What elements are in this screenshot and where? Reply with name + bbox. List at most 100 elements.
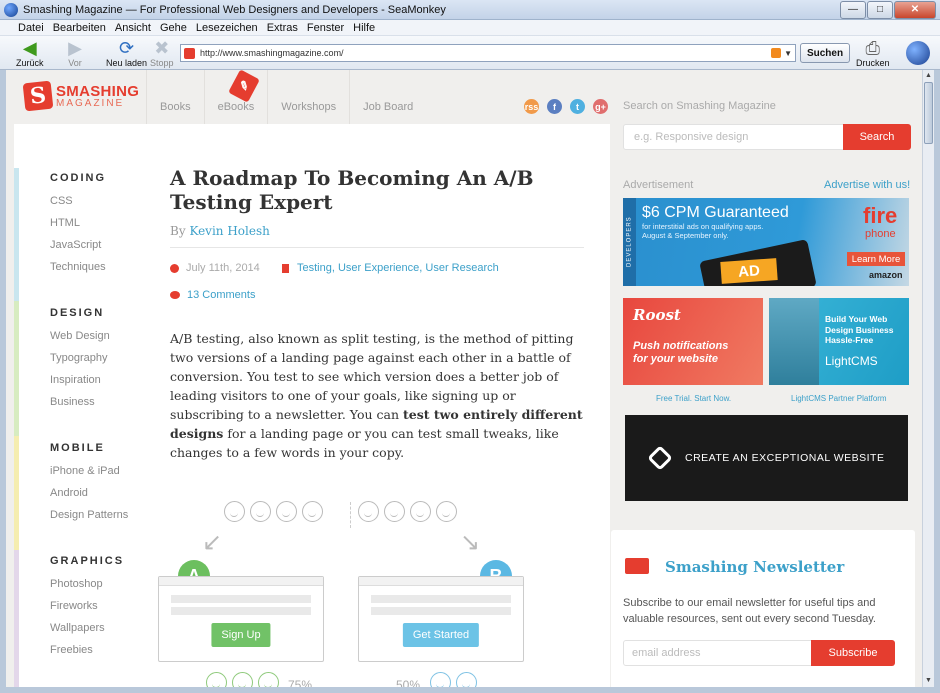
design-strip — [14, 301, 19, 436]
reload-button[interactable]: ⟳ Neu laden — [106, 38, 147, 68]
mock-text-line — [171, 595, 311, 603]
date-text: July 11th, 2014 — [186, 262, 260, 274]
sidebar-search-input[interactable]: e.g. Responsive design — [623, 124, 844, 150]
forward-button[interactable]: ▶ Vor — [64, 38, 86, 68]
subscribe-button[interactable]: Subscribe — [811, 640, 895, 666]
faces-a — [224, 501, 328, 522]
category-link[interactable]: Web Design — [50, 330, 110, 342]
smiley-icon — [232, 672, 253, 687]
back-button[interactable]: ◀ Zurück — [16, 38, 44, 68]
lightcms-caption[interactable]: LightCMS Partner Platform — [791, 394, 887, 403]
scroll-up-icon[interactable]: ▲ — [923, 70, 934, 81]
category-link[interactable]: Freebies — [50, 644, 93, 656]
bookmark-icon — [282, 263, 289, 273]
menu-bearbeiten[interactable]: Bearbeiten — [53, 22, 106, 34]
smiley-icon — [224, 501, 245, 522]
category-link[interactable]: Techniques — [50, 261, 106, 273]
roost-caption[interactable]: Free Trial. Start Now. — [656, 394, 731, 403]
advertise-link[interactable]: Advertise with us! — [824, 179, 910, 191]
url-text[interactable]: http://www.smashingmagazine.com/ — [200, 48, 771, 58]
menu-datei[interactable]: Datei — [18, 22, 44, 34]
phone-logo: phone — [865, 228, 896, 240]
nav-job-board[interactable]: Job Board — [349, 70, 426, 124]
close-button[interactable]: ✕ — [894, 0, 936, 19]
rss-icon[interactable]: rss — [524, 99, 539, 114]
graphics-strip — [14, 550, 19, 687]
comments-link[interactable]: 13 Comments — [187, 289, 255, 301]
category-design[interactable]: DESIGN — [50, 307, 104, 319]
fire-phone-ad[interactable]: DEVELOPERS $6 CPM Guaranteed for interst… — [623, 198, 909, 286]
category-link[interactable]: CSS — [50, 195, 73, 207]
category-mobile[interactable]: MOBILE — [50, 442, 105, 454]
result-faces-b — [430, 672, 482, 687]
smashing-s-icon: S — [22, 80, 54, 112]
category-link[interactable]: Typography — [50, 352, 107, 364]
facebook-icon[interactable]: f — [547, 99, 562, 114]
result-faces-a — [206, 672, 284, 687]
category-link[interactable]: JavaScript — [50, 239, 101, 251]
scroll-down-icon[interactable]: ▼ — [923, 675, 934, 686]
site-logo[interactable]: S SMASHING MAGAZINE — [22, 80, 139, 112]
nav-books[interactable]: Books — [146, 70, 204, 124]
google-plus-icon[interactable]: g+ — [593, 99, 608, 114]
category-link[interactable]: Android — [50, 487, 88, 499]
faces-b — [358, 501, 462, 522]
article-title: A Roadmap To Becoming An A/B Testing Exp… — [170, 166, 534, 214]
sidebar-search-label: Search on Smashing Magazine — [623, 100, 776, 112]
menu-hilfe[interactable]: Hilfe — [353, 22, 375, 34]
mobile-strip — [14, 436, 19, 550]
category-link[interactable]: HTML — [50, 217, 80, 229]
mock-text-line — [371, 595, 511, 603]
category-link[interactable]: Inspiration — [50, 374, 101, 386]
nav-workshops[interactable]: Workshops — [267, 70, 349, 124]
url-dropdown-icon[interactable]: ▼ — [784, 49, 792, 58]
category-link[interactable]: Business — [50, 396, 95, 408]
smiley-icon — [250, 501, 271, 522]
ad-developers-tag: DEVELOPERS — [623, 198, 636, 286]
vertical-scrollbar[interactable]: ▲ ▼ — [922, 70, 934, 687]
rss-feed-icon[interactable] — [771, 48, 782, 58]
author-link[interactable]: Kevin Holesh — [189, 224, 269, 238]
category-link[interactable]: Fireworks — [50, 600, 98, 612]
window-bottom-border — [0, 687, 940, 693]
category-coding[interactable]: CODING — [50, 172, 106, 184]
learn-more-button[interactable]: Learn More — [847, 252, 905, 266]
forward-label: Vor — [68, 58, 82, 68]
social-links: rss f t g+ — [524, 99, 616, 114]
coding-strip — [14, 168, 19, 301]
category-graphics[interactable]: GRAPHICS — [50, 555, 124, 567]
menu-lesezeichen[interactable]: Lesezeichen — [196, 22, 258, 34]
sidebar-search-button[interactable]: Search — [843, 124, 911, 150]
url-bar[interactable]: http://www.smashingmagazine.com/ ▼ — [180, 44, 796, 62]
maximize-button[interactable]: □ — [867, 0, 893, 19]
menu-extras[interactable]: Extras — [267, 22, 298, 34]
category-link[interactable]: Design Patterns — [50, 509, 128, 521]
scroll-thumb[interactable] — [924, 82, 933, 144]
article-comments: 13 Comments — [170, 289, 255, 301]
arrow-down-left-icon: ↙ — [202, 529, 223, 556]
newsletter-box: Smashing Newsletter Subscribe to our ema… — [611, 530, 915, 687]
conversion-b: 50% — [396, 678, 421, 687]
lightcms-logo: LightCMS — [825, 354, 878, 368]
tags-link[interactable]: Testing, User Experience, User Research — [297, 262, 499, 274]
intro-text-b: for a landing page or you can test small… — [170, 426, 559, 460]
search-button[interactable]: Suchen — [800, 43, 850, 63]
menu-fenster[interactable]: Fenster — [307, 22, 344, 34]
web-page: S SMASHING MAGAZINE Books eBooks Worksho… — [6, 70, 922, 687]
menu-ansicht[interactable]: Ansicht — [115, 22, 151, 34]
roost-ad[interactable]: Roost Push notifications for your websit… — [623, 298, 763, 385]
squarespace-ad[interactable]: CREATE AN EXCEPTIONAL WEBSITE — [625, 415, 908, 501]
stop-button[interactable]: ✖ Stopp — [150, 38, 174, 68]
category-link[interactable]: iPhone & iPad — [50, 465, 120, 477]
lightcms-ad[interactable]: Build Your Web Design Business Hassle-Fr… — [769, 298, 909, 385]
minimize-button[interactable]: — — [840, 0, 866, 19]
twitter-icon[interactable]: t — [570, 99, 585, 114]
print-button[interactable]: ⎙ Drucken — [856, 38, 890, 68]
newsletter-email-input[interactable]: email address — [623, 640, 812, 666]
menu-gehe[interactable]: Gehe — [160, 22, 187, 34]
mock-browser-bar — [159, 577, 323, 586]
byline-divider — [170, 247, 584, 248]
category-link[interactable]: Wallpapers — [50, 622, 105, 634]
category-link[interactable]: Photoshop — [50, 578, 103, 590]
smiley-icon — [456, 672, 477, 687]
